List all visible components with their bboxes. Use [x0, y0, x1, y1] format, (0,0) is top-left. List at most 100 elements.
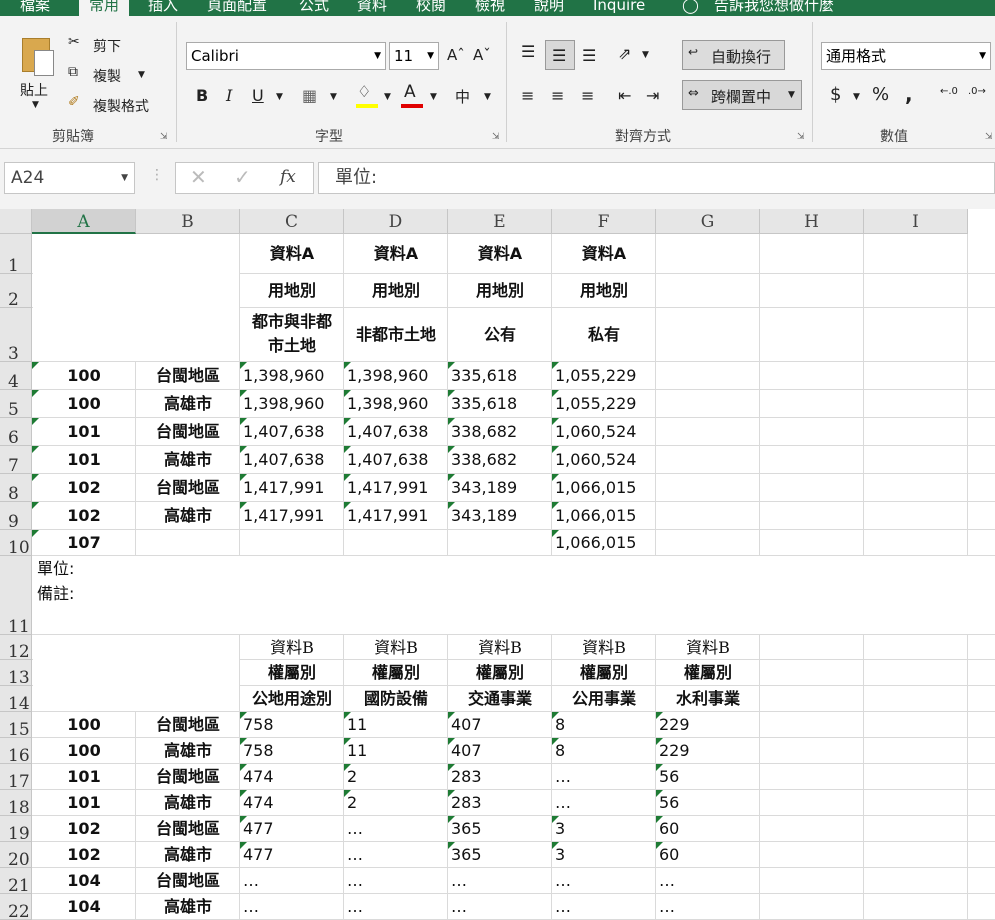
value-cell[interactable]: 1,398,960 [344, 362, 448, 390]
align-center-icon[interactable]: ≡ [551, 86, 564, 105]
table-b-category[interactable]: 公用事業 [552, 686, 656, 712]
font-color-icon[interactable]: A [404, 82, 416, 102]
column-header-b[interactable]: B [136, 209, 240, 234]
year-cell[interactable]: 100 [32, 362, 136, 390]
value-cell[interactable]: 474 [240, 764, 344, 790]
value-cell[interactable]: … [344, 816, 448, 842]
row-header-15[interactable]: 15 [0, 712, 32, 740]
value-cell[interactable]: 1,417,991 [240, 502, 344, 530]
column-header-g[interactable]: G [656, 209, 760, 234]
value-cell[interactable]: … [240, 894, 344, 920]
year-cell[interactable]: 101 [32, 418, 136, 446]
row-header-10[interactable]: 10 [0, 530, 32, 558]
value-cell[interactable]: 1,407,638 [240, 418, 344, 446]
font-name-dropdown[interactable]: Calibri ▼ [186, 42, 386, 70]
worksheet-grid[interactable]: A B C D E F G H I 1 2 3 4 5 6 7 8 9 10 11 12 13 14 15 16 17 18 19 20… [0, 209, 995, 920]
value-cell[interactable]: 1,407,638 [344, 446, 448, 474]
value-cell[interactable]: … [656, 894, 760, 920]
row-header-21[interactable]: 21 [0, 868, 32, 896]
fill-color-icon[interactable]: ♢ [357, 82, 371, 101]
value-cell[interactable]: 1,398,960 [240, 362, 344, 390]
value-cell[interactable]: 1,407,638 [344, 418, 448, 446]
value-cell[interactable]: 335,618 [448, 390, 552, 418]
value-cell[interactable] [240, 530, 344, 556]
table-b-header[interactable]: 資料B [448, 635, 552, 660]
value-cell[interactable]: … [552, 894, 656, 920]
underline-dropdown-icon[interactable]: ▼ [276, 92, 283, 102]
year-cell[interactable]: 102 [32, 502, 136, 530]
row-header-16[interactable]: 16 [0, 738, 32, 766]
row-header-1[interactable]: 1 [0, 234, 32, 276]
year-cell[interactable]: 102 [32, 816, 136, 842]
borders-icon[interactable]: ▦ [302, 86, 317, 105]
column-header-i[interactable]: I [864, 209, 968, 234]
year-cell[interactable]: 107 [32, 530, 136, 556]
value-cell[interactable] [448, 530, 552, 556]
value-cell[interactable]: 1,398,960 [344, 390, 448, 418]
column-header-d[interactable]: D [344, 209, 448, 234]
column-header-e[interactable]: E [448, 209, 552, 234]
table-a-header[interactable]: 資料A [344, 234, 448, 274]
enter-icon[interactable]: ✓ [234, 165, 251, 189]
align-left-icon[interactable]: ≡ [521, 86, 534, 105]
value-cell[interactable]: 60 [656, 842, 760, 868]
value-cell[interactable]: 60 [656, 816, 760, 842]
fill-dropdown-icon[interactable]: ▼ [384, 92, 391, 102]
value-cell[interactable]: 407 [448, 712, 552, 738]
value-cell[interactable]: 1,055,229 [552, 390, 656, 418]
tab-inquire[interactable]: Inquire [593, 0, 645, 16]
drag-handle-icon[interactable]: ⋮ [150, 167, 164, 183]
value-cell[interactable]: 758 [240, 738, 344, 764]
value-cell[interactable]: 474 [240, 790, 344, 816]
region-cell[interactable]: 台閩地區 [136, 712, 240, 738]
phonetic-icon[interactable]: 中 [455, 86, 470, 107]
table-a-category[interactable]: 私有 [552, 308, 656, 362]
value-cell[interactable]: 335,618 [448, 362, 552, 390]
remark-note[interactable]: 備註: [37, 583, 74, 605]
column-header-f[interactable]: F [552, 209, 656, 234]
value-cell[interactable]: 8 [552, 738, 656, 764]
row-header-4[interactable]: 4 [0, 362, 32, 392]
increase-indent-icon[interactable]: ⇥ [646, 86, 659, 105]
tell-me-search[interactable]: 告訴我您想做什麼 [714, 0, 834, 16]
region-cell[interactable]: 台閩地區 [136, 418, 240, 446]
value-cell[interactable]: 3 [552, 816, 656, 842]
decrease-indent-icon[interactable]: ⇤ [618, 86, 631, 105]
value-cell[interactable]: 1,055,229 [552, 362, 656, 390]
clipboard-launcher-icon[interactable]: ⇲ [160, 132, 168, 142]
year-cell[interactable]: 101 [32, 446, 136, 474]
cancel-icon[interactable]: ✕ [190, 165, 207, 189]
align-top-icon[interactable]: ☰ [521, 42, 535, 61]
value-cell[interactable]: … [344, 868, 448, 894]
currency-button[interactable]: $ [830, 84, 841, 105]
row-header-18[interactable]: 18 [0, 790, 32, 818]
column-header-c[interactable]: C [240, 209, 344, 234]
row-header-19[interactable]: 19 [0, 816, 32, 844]
value-cell[interactable]: 8 [552, 712, 656, 738]
value-cell[interactable]: 407 [448, 738, 552, 764]
tab-help[interactable]: 說明 [534, 0, 564, 16]
table-a-category[interactable]: 都市與非都 市土地 [240, 308, 344, 362]
value-cell[interactable]: 343,189 [448, 502, 552, 530]
table-a-category[interactable]: 公有 [448, 308, 552, 362]
select-all-corner[interactable] [0, 209, 32, 234]
value-cell[interactable]: 1,398,960 [240, 390, 344, 418]
value-cell[interactable]: 1,060,524 [552, 446, 656, 474]
italic-button[interactable]: I [226, 86, 232, 105]
table-a-subheader[interactable]: 用地別 [552, 274, 656, 308]
year-cell[interactable]: 100 [32, 390, 136, 418]
year-cell[interactable]: 104 [32, 894, 136, 920]
table-b-subheader[interactable]: 權屬別 [240, 660, 344, 686]
value-cell[interactable]: 56 [656, 764, 760, 790]
value-cell[interactable]: 283 [448, 764, 552, 790]
value-cell[interactable]: … [344, 894, 448, 920]
table-b-category[interactable]: 水利事業 [656, 686, 760, 712]
value-cell[interactable]: … [240, 868, 344, 894]
table-a-header[interactable]: 資料A [448, 234, 552, 274]
paste-dropdown-icon[interactable]: ▼ [32, 100, 39, 110]
row-header-3[interactable]: 3 [0, 308, 32, 364]
value-cell[interactable]: 1,066,015 [552, 530, 656, 556]
table-b-subheader[interactable]: 權屬別 [344, 660, 448, 686]
value-cell[interactable]: … [344, 842, 448, 868]
row-header-11[interactable]: 11 [0, 556, 32, 637]
